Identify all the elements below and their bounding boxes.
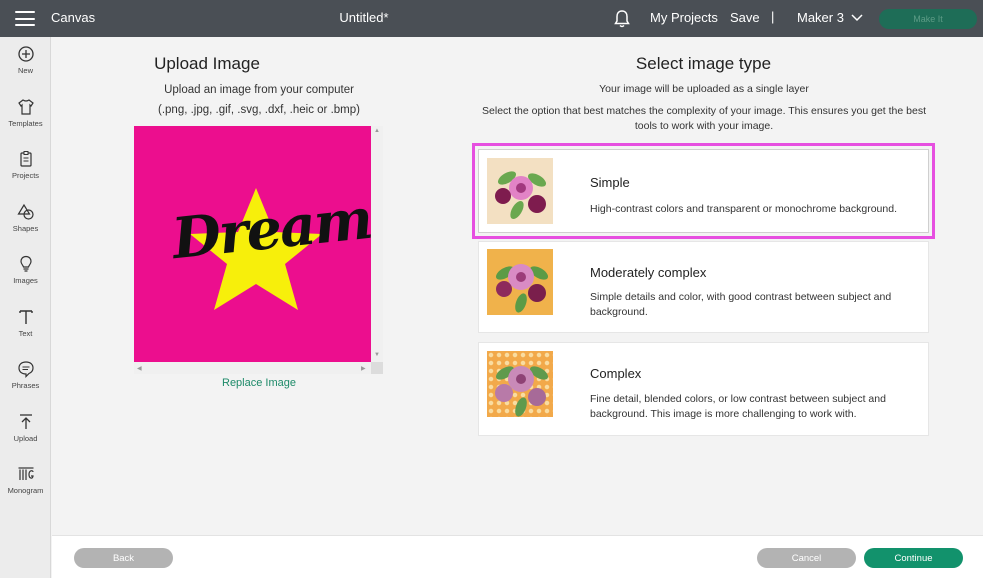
shapes-icon: [16, 203, 34, 220]
monogram-icon: [18, 467, 34, 480]
shirt-icon: [17, 99, 34, 115]
sidebar-item-images[interactable]: Images: [0, 255, 51, 303]
bulb-icon: [19, 255, 32, 272]
option-simple-title: Simple: [590, 175, 630, 190]
sidebar-item-templates[interactable]: Templates: [0, 98, 51, 146]
option-moderate-desc: Simple details and color, with good cont…: [590, 291, 892, 318]
plus-circle-icon: [17, 46, 34, 62]
scroll-right-arrow-icon[interactable]: ▶: [361, 365, 366, 372]
cancel-button[interactable]: Cancel: [757, 548, 856, 568]
sidebar-item-new[interactable]: New: [0, 45, 51, 93]
sidebar-label-templates: Templates: [8, 119, 43, 128]
sidebar-label-phrases: Phrases: [11, 381, 40, 390]
continue-button[interactable]: Continue: [864, 548, 963, 568]
sidebar-item-text[interactable]: Text: [0, 308, 51, 356]
flower-icon: [495, 366, 549, 417]
sidebar-label-shapes: Shapes: [12, 224, 39, 233]
complexity-instructions: Select the option that best matches the …: [482, 105, 926, 132]
sidebar-label-upload: Upload: [13, 434, 38, 443]
chevron-down-icon: [851, 13, 863, 21]
sidebar-item-phrases[interactable]: Phrases: [0, 360, 51, 408]
top-bar: Canvas Untitled* My Projects Save | Make…: [0, 0, 983, 37]
select-image-type-title: Select image type: [635, 54, 772, 73]
scroll-up-arrow-icon[interactable]: ▲: [374, 128, 380, 134]
option-complex-card[interactable]: Complex Fine detail, blended colors, or …: [478, 342, 929, 436]
horizontal-scrollbar[interactable]: ◀ ▶: [134, 362, 371, 374]
upload-file-types: (.png, .jpg, .gif, .svg, .dxf, .heic or …: [158, 104, 360, 116]
vertical-scrollbar[interactable]: ▲ ▼: [371, 126, 383, 362]
sidebar: New Templates Projects Shapes Images Tex…: [0, 37, 51, 578]
option-simple-desc: High-contrast colors and transparent or …: [590, 203, 897, 215]
moderate-thumbnail: [487, 249, 553, 315]
upload-icon: [19, 414, 32, 429]
text-icon: [18, 310, 33, 324]
sidebar-label-projects: Projects: [11, 171, 40, 180]
flower-icon: [495, 264, 549, 313]
clipboard-icon: [19, 151, 32, 167]
sidebar-label-text: Text: [18, 329, 33, 338]
option-moderate-card[interactable]: Moderately complex Simple details and co…: [478, 241, 929, 333]
flower-icon: [495, 171, 547, 220]
option-complex-desc: Fine detail, blended colors, or low cont…: [590, 393, 886, 420]
sidebar-label-monogram: Monogram: [7, 486, 44, 495]
sidebar-label-new: New: [17, 66, 33, 75]
option-simple-card[interactable]: Simple High-contrast colors and transpar…: [472, 143, 935, 239]
scroll-corner: [371, 362, 383, 374]
sidebar-item-monogram[interactable]: Monogram: [0, 465, 51, 513]
bell-icon[interactable]: [613, 9, 631, 29]
speech-bubble-icon: [17, 361, 34, 378]
replace-image-link[interactable]: Replace Image: [180, 377, 338, 389]
image-preview: Dream: [134, 126, 371, 362]
single-layer-note: Your image will be uploaded as a single …: [599, 83, 809, 95]
save-link[interactable]: Save: [730, 10, 760, 25]
machine-label: Maker 3: [797, 10, 844, 25]
scroll-left-arrow-icon[interactable]: ◀: [137, 365, 142, 372]
sidebar-label-images: Images: [13, 276, 38, 285]
machine-selector[interactable]: Maker 3: [797, 10, 863, 25]
top-separator: |: [771, 9, 775, 24]
option-complex-title: Complex: [590, 366, 642, 381]
sidebar-item-projects[interactable]: Projects: [0, 150, 51, 198]
make-it-button[interactable]: Make It: [879, 9, 977, 29]
option-moderate-title: Moderately complex: [590, 265, 707, 280]
upload-image-title: Upload Image: [154, 54, 260, 73]
scroll-down-arrow-icon[interactable]: ▼: [374, 352, 380, 358]
my-projects-link[interactable]: My Projects: [650, 10, 718, 25]
simple-thumbnail: [487, 158, 553, 224]
upload-subtitle: Upload an image from your computer: [164, 84, 354, 96]
complex-thumbnail: [487, 351, 553, 417]
sidebar-item-shapes[interactable]: Shapes: [0, 203, 51, 251]
sidebar-item-upload[interactable]: Upload: [0, 413, 51, 461]
back-button[interactable]: Back: [74, 548, 173, 568]
